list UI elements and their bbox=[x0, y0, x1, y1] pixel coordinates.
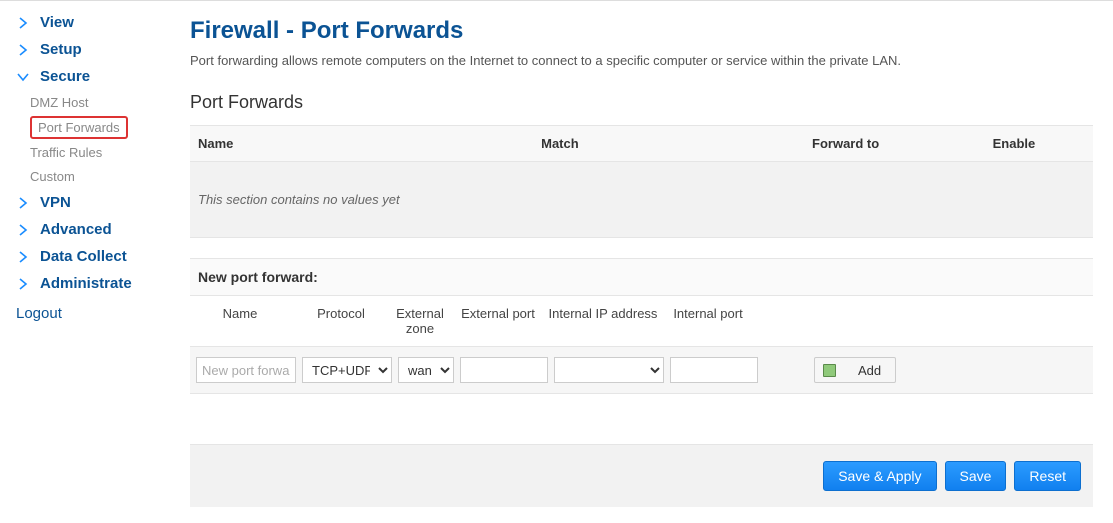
new-form-header: Name Protocol External zone External por… bbox=[190, 296, 1093, 346]
nav-sub-label: Traffic Rules bbox=[30, 145, 102, 160]
chevron-right-icon bbox=[16, 223, 30, 237]
protocol-select[interactable]: TCP+UDP bbox=[302, 357, 392, 383]
nav-item-vpn[interactable]: VPN bbox=[16, 189, 180, 216]
name-input[interactable] bbox=[196, 357, 296, 383]
nav-item-advanced[interactable]: Advanced bbox=[16, 216, 180, 243]
nav-sub-custom[interactable]: Custom bbox=[30, 165, 180, 188]
add-button-label: Add bbox=[858, 363, 881, 378]
new-form-row: TCP+UDP wan bbox=[190, 346, 1093, 394]
header-protocol: Protocol bbox=[296, 306, 386, 336]
external-zone-select[interactable]: wan bbox=[398, 357, 454, 383]
nav-item-view[interactable]: View bbox=[16, 9, 180, 36]
nav-subitems-secure: DMZ Host Port Forwards Traffic Rules Cus… bbox=[16, 91, 180, 188]
col-header-enable: Enable bbox=[985, 126, 1093, 162]
header-internal-port: Internal port bbox=[664, 306, 752, 336]
chevron-down-icon bbox=[16, 70, 30, 84]
save-button[interactable]: Save bbox=[945, 461, 1007, 491]
save-apply-button[interactable]: Save & Apply bbox=[823, 461, 936, 491]
add-button[interactable]: Add bbox=[814, 357, 896, 383]
nav-item-setup[interactable]: Setup bbox=[16, 36, 180, 63]
col-header-match: Match bbox=[533, 126, 804, 162]
chevron-right-icon bbox=[16, 16, 30, 30]
header-internal-ip: Internal IP address bbox=[548, 306, 658, 336]
nav-label: View bbox=[40, 14, 74, 31]
chevron-right-icon bbox=[16, 277, 30, 291]
empty-message: This section contains no values yet bbox=[190, 162, 1093, 238]
nav-sub-port-forwards[interactable]: Port Forwards bbox=[30, 116, 128, 139]
nav-label: Data Collect bbox=[40, 248, 127, 265]
page-description: Port forwarding allows remote computers … bbox=[190, 53, 1093, 68]
page-title: Firewall - Port Forwards bbox=[190, 17, 1093, 45]
table-header-row: Name Match Forward to Enable bbox=[190, 126, 1093, 162]
nav-item-administrate[interactable]: Administrate bbox=[16, 270, 180, 297]
nav-sub-label: Custom bbox=[30, 169, 75, 184]
sidebar: View Setup Secure DMZ Host Port Forwards… bbox=[0, 1, 180, 523]
chevron-right-icon bbox=[16, 250, 30, 264]
internal-ip-select[interactable] bbox=[554, 357, 664, 383]
chevron-right-icon bbox=[16, 196, 30, 210]
col-header-forward-to: Forward to bbox=[804, 126, 985, 162]
reset-button[interactable]: Reset bbox=[1014, 461, 1081, 491]
nav-item-data-collect[interactable]: Data Collect bbox=[16, 243, 180, 270]
chevron-right-icon bbox=[16, 43, 30, 57]
section-title-port-forwards: Port Forwards bbox=[190, 92, 1093, 113]
nav-label: Setup bbox=[40, 41, 82, 58]
nav-label: Administrate bbox=[40, 275, 132, 292]
nav-label: Secure bbox=[40, 68, 90, 85]
header-name: Name bbox=[190, 306, 290, 336]
nav-label: VPN bbox=[40, 194, 71, 211]
main-content: Firewall - Port Forwards Port forwarding… bbox=[180, 1, 1113, 523]
internal-port-input[interactable] bbox=[670, 357, 758, 383]
port-forwards-table: Name Match Forward to Enable This sectio… bbox=[190, 125, 1093, 238]
new-port-forward-title: New port forward: bbox=[190, 258, 1093, 296]
col-header-name: Name bbox=[190, 126, 533, 162]
nav-item-secure[interactable]: Secure bbox=[16, 63, 180, 90]
header-external-port: External port bbox=[454, 306, 542, 336]
header-external-zone: External zone bbox=[392, 306, 448, 336]
footer-actions: Save & Apply Save Reset bbox=[190, 444, 1093, 507]
add-icon bbox=[823, 364, 836, 377]
nav-sub-label: Port Forwards bbox=[38, 120, 120, 135]
nav-sub-traffic-rules[interactable]: Traffic Rules bbox=[30, 141, 180, 164]
nav-sub-dmz-host[interactable]: DMZ Host bbox=[30, 91, 180, 114]
logout-link[interactable]: Logout bbox=[16, 297, 180, 330]
table-empty-row: This section contains no values yet bbox=[190, 162, 1093, 238]
nav-sub-label: DMZ Host bbox=[30, 95, 89, 110]
nav-label: Advanced bbox=[40, 221, 112, 238]
external-port-input[interactable] bbox=[460, 357, 548, 383]
